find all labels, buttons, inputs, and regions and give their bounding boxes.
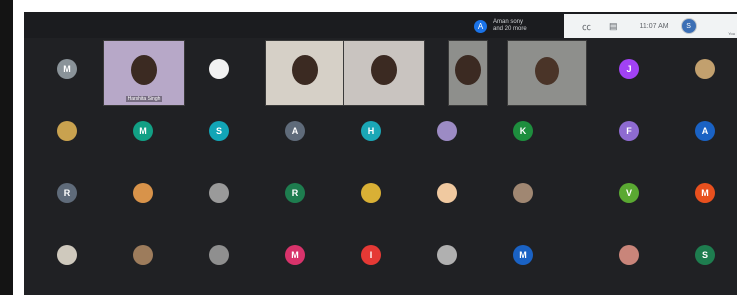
participant-face [371, 55, 397, 85]
participant-tile[interactable]: S [667, 224, 737, 286]
participant-avatar [209, 245, 229, 265]
participant-avatar: J [619, 59, 639, 79]
participant-face [535, 57, 559, 85]
participant-face [292, 55, 318, 85]
participant-avatar: M [133, 121, 153, 141]
participant-tile[interactable]: M [105, 100, 181, 162]
participant-avatar: M [695, 183, 715, 203]
participant-avatar [619, 245, 639, 265]
meeting-window: A Aman sony and 20 more ㏄ ▤ 11:07 AM S Y… [24, 12, 737, 295]
participant-avatar: M [513, 245, 533, 265]
participant-avatar [437, 245, 457, 265]
participant-tile[interactable]: M [257, 224, 333, 286]
participant-tile[interactable] [105, 224, 181, 286]
participant-avatar [437, 183, 457, 203]
participant-video-tile[interactable] [448, 40, 488, 106]
participant-tile[interactable] [105, 162, 181, 224]
participant-video-tile[interactable] [507, 40, 587, 106]
participant-avatar [57, 245, 77, 265]
participant-avatar: S [209, 121, 229, 141]
participant-tile[interactable] [29, 224, 105, 286]
participant-avatar: K [513, 121, 533, 141]
meeting-toolbar: ㏄ ▤ 11:07 AM S You [564, 14, 737, 38]
participant-avatar: R [285, 183, 305, 203]
participant-tile[interactable] [181, 162, 257, 224]
participant-tile[interactable] [409, 224, 485, 286]
participant-tile[interactable]: F [591, 100, 667, 162]
participant-tile[interactable]: H [333, 100, 409, 162]
participant-tile[interactable]: J [591, 38, 667, 100]
participant-tile[interactable] [181, 38, 257, 100]
participant-avatar [133, 245, 153, 265]
participant-tile[interactable]: R [257, 162, 333, 224]
participant-video-tile[interactable] [265, 40, 345, 106]
participant-avatar: A [695, 121, 715, 141]
participant-face [131, 55, 157, 85]
participant-tile[interactable]: I [333, 224, 409, 286]
participant-tile[interactable] [409, 100, 485, 162]
participant-avatar [361, 183, 381, 203]
participant-tile[interactable] [181, 224, 257, 286]
participant-avatar [437, 121, 457, 141]
participant-avatar [513, 183, 533, 203]
participant-avatar: S [695, 245, 715, 265]
participant-tile[interactable]: M [485, 224, 561, 286]
join-notification[interactable]: A Aman sony and 20 more [474, 14, 527, 38]
participant-tile[interactable]: S [181, 100, 257, 162]
participant-tile[interactable] [591, 224, 667, 286]
participant-avatar: M [285, 245, 305, 265]
participant-face [455, 55, 481, 85]
captions-icon[interactable]: ㏄ [582, 20, 591, 33]
participant-tile[interactable]: K [485, 100, 561, 162]
participant-video-tile[interactable] [343, 40, 425, 106]
participant-avatar: A [285, 121, 305, 141]
participant-avatar: I [361, 245, 381, 265]
notification-text: Aman sony and 20 more [493, 19, 527, 33]
participant-tile[interactable]: A [667, 100, 737, 162]
participant-avatar [695, 59, 715, 79]
left-edge [0, 0, 13, 295]
clock-time: 11:07 AM [639, 22, 669, 30]
participant-video-tile[interactable]: Harshita Singh [103, 40, 185, 106]
participant-tile[interactable] [485, 162, 561, 224]
participant-avatar [209, 59, 229, 79]
participant-avatar [57, 121, 77, 141]
notification-line1: Aman sony [493, 19, 524, 25]
participant-tile[interactable] [333, 162, 409, 224]
participant-avatar: R [57, 183, 77, 203]
notification-line2: and 20 more [493, 26, 527, 32]
participant-tile[interactable] [29, 100, 105, 162]
participant-avatar: H [361, 121, 381, 141]
self-avatar[interactable]: S [680, 18, 697, 34]
participant-avatar [209, 183, 229, 203]
chat-icon[interactable]: ▤ [609, 21, 618, 32]
self-tag: You [728, 31, 735, 36]
participant-avatar: F [619, 121, 639, 141]
participant-tile[interactable]: R [29, 162, 105, 224]
participant-avatar: V [619, 183, 639, 203]
participant-tile[interactable]: M [667, 162, 737, 224]
participant-avatar: M [57, 59, 77, 79]
participant-tile[interactable]: A [257, 100, 333, 162]
participant-tile[interactable]: V [591, 162, 667, 224]
notification-avatar: A [474, 19, 487, 33]
participant-tile[interactable] [409, 162, 485, 224]
participant-avatar [133, 183, 153, 203]
participant-tile[interactable]: M [29, 38, 105, 100]
participant-tile[interactable] [667, 38, 737, 100]
